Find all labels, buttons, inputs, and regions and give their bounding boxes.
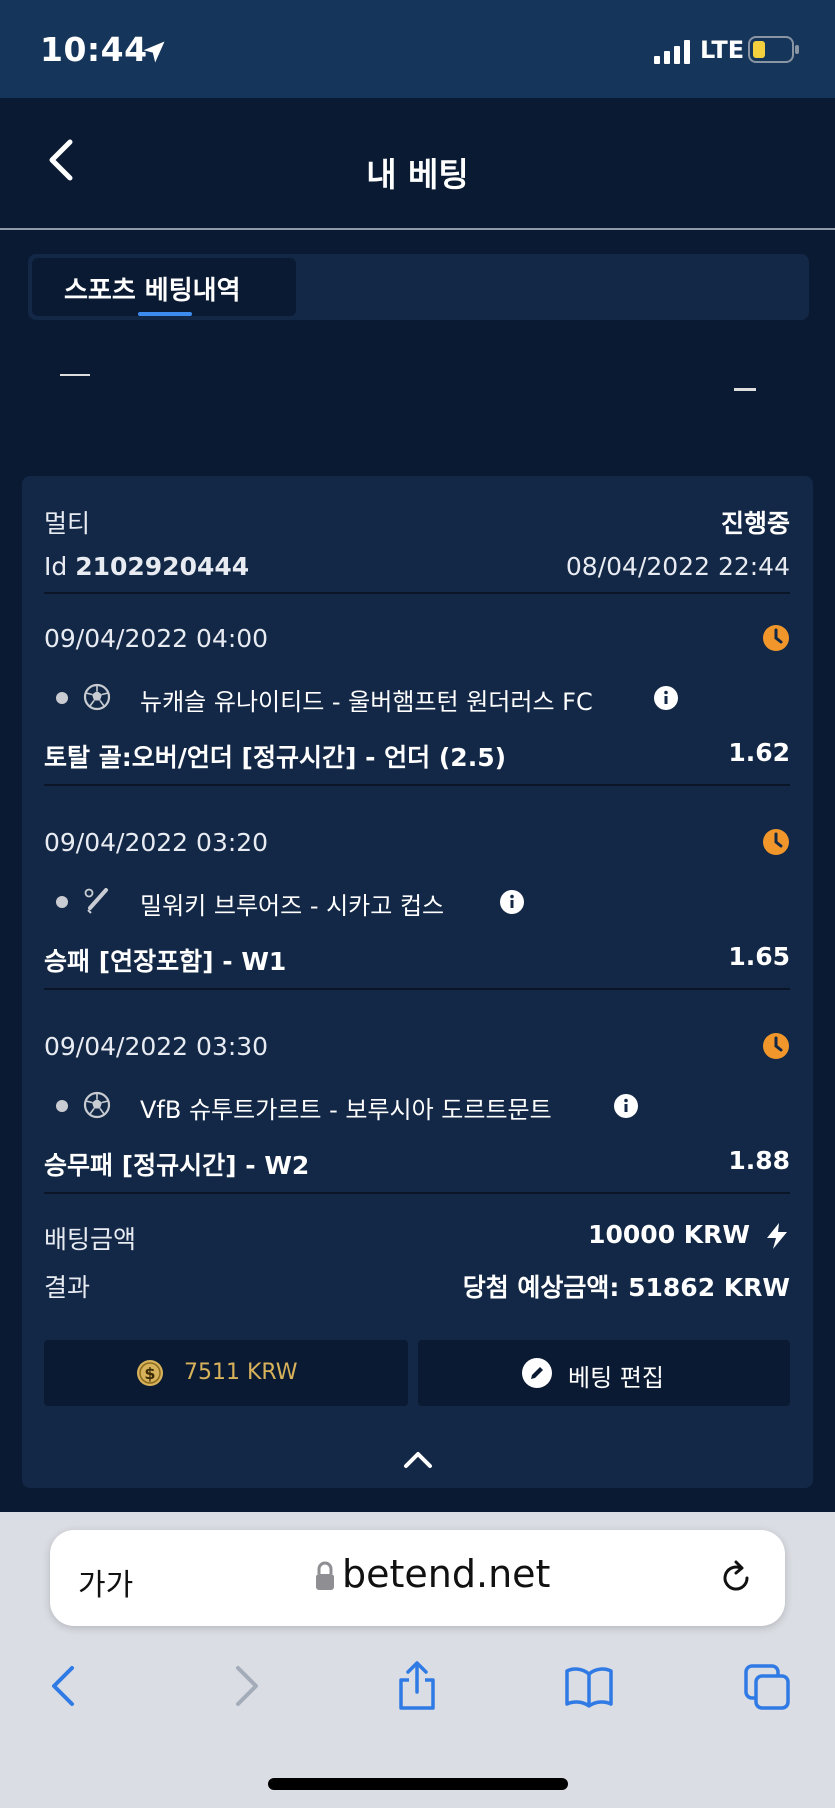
stake-row: 배팅금액 10000 KRW <box>44 1220 790 1254</box>
status-bar: 10:44 LTE <box>0 0 835 98</box>
bet-placed-at: 08/04/2022 22:44 <box>565 552 790 581</box>
tab-sports-bets[interactable]: 스포츠 베팅내역 <box>32 258 296 316</box>
selection-market: 토탈 골:오버/언더 [정규시간] - 언더 (2.5) <box>44 743 507 772</box>
selection-datetime-row: 09/04/2022 03:20 <box>44 828 790 858</box>
selection-market-row: 승무패 [정규시간] - W2 1.88 <box>44 1146 790 1180</box>
selection-datetime: 09/04/2022 04:00 <box>44 624 269 653</box>
tabs-icon[interactable] <box>742 1660 792 1712</box>
tab-active-indicator <box>138 312 192 316</box>
status-dot <box>56 692 68 704</box>
reload-icon[interactable] <box>716 1558 756 1598</box>
divider <box>44 784 790 786</box>
page-header: 내 베팅 <box>0 98 835 230</box>
bet-status: 진행중 <box>720 509 790 538</box>
share-icon[interactable] <box>392 1660 442 1712</box>
divider <box>44 1192 790 1194</box>
chevron-up-icon[interactable] <box>402 1448 434 1470</box>
info-icon[interactable] <box>654 686 678 710</box>
clock-icon <box>763 625 789 651</box>
status-dot <box>56 896 68 908</box>
divider <box>44 988 790 990</box>
selection-odds: 1.65 <box>728 942 790 971</box>
bet-id-label: Id <box>44 552 68 581</box>
selection-match-row: 밀워키 브루어즈 - 시카고 컵스 <box>44 882 790 922</box>
tab-bar: 스포츠 베팅내역 <box>28 254 809 320</box>
edit-bet-button[interactable]: 베팅 편집 <box>418 1340 790 1406</box>
edit-bet-label: 베팅 편집 <box>568 1364 664 1392</box>
dollar-coin-icon: $ <box>137 1360 163 1386</box>
balance-button[interactable]: $ 7511 KRW <box>44 1340 408 1406</box>
browser-back-icon[interactable] <box>40 1660 90 1712</box>
status-dot <box>56 1100 68 1112</box>
bet-id-row: Id 2102920444 08/04/2022 22:44 <box>44 552 790 586</box>
signal-icon <box>654 40 690 64</box>
info-icon[interactable] <box>614 1094 638 1118</box>
soccer-ball-icon <box>83 683 111 711</box>
baseball-icon <box>84 888 108 914</box>
tab-label: 스포츠 베팅내역 <box>64 276 241 306</box>
bet-card: 멀티 진행중 Id 2102920444 08/04/2022 22:44 09… <box>22 476 813 1488</box>
home-indicator <box>268 1778 568 1790</box>
selection-match: 밀워키 브루어즈 - 시카고 컵스 <box>140 892 445 920</box>
bet-header-row: 멀티 진행중 <box>44 504 790 538</box>
selection-market: 승무패 [정규시간] - W2 <box>44 1151 310 1180</box>
stake-value: 10000 KRW <box>588 1220 750 1249</box>
bet-type: 멀티 <box>44 509 91 538</box>
network-label: LTE <box>700 36 745 64</box>
selection-datetime-row: 09/04/2022 04:00 <box>44 624 790 654</box>
pencil-icon <box>522 1358 552 1388</box>
bookmarks-icon[interactable] <box>564 1660 614 1712</box>
selection-market-row: 토탈 골:오버/언더 [정규시간] - 언더 (2.5) 1.62 <box>44 738 790 772</box>
url-text: betend.net <box>342 1552 551 1596</box>
address-bar[interactable]: 가가 betend.net <box>50 1530 785 1626</box>
lock-icon <box>316 1561 334 1590</box>
stake-label: 배팅금액 <box>44 1225 137 1254</box>
clock-icon <box>763 829 789 855</box>
selection-odds: 1.62 <box>728 738 790 767</box>
selection-market: 승패 [연장포함] - W1 <box>44 947 287 976</box>
info-icon[interactable] <box>500 890 524 914</box>
clock-icon <box>763 1033 789 1059</box>
location-arrow-icon <box>143 41 165 63</box>
result-label: 결과 <box>44 1273 91 1302</box>
lightning-icon[interactable] <box>764 1222 790 1250</box>
potential-win: 당첨 예상금액: 51862 KRW <box>462 1273 790 1302</box>
browser-forward-icon[interactable] <box>220 1660 270 1712</box>
browser-toolbar: 가가 betend.net <box>0 1512 835 1808</box>
bet-id-value: 2102920444 <box>75 552 250 581</box>
selection-match-row: 뉴캐슬 유나이티드 - 울버햄프턴 원더러스 FC <box>44 678 790 718</box>
svg-text:$: $ <box>144 1364 155 1383</box>
text-size-button[interactable]: 가가 <box>78 1560 133 1604</box>
result-row: 결과 당첨 예상금액: 51862 KRW <box>44 1268 790 1302</box>
bet-id: Id 2102920444 <box>44 552 249 581</box>
clipped-text-fragment <box>60 374 90 382</box>
balance-value: 7511 KRW <box>184 1360 298 1385</box>
selection-odds: 1.88 <box>728 1146 790 1175</box>
selection-datetime: 09/04/2022 03:30 <box>44 1032 269 1061</box>
selection-match-row: VfB 슈투트가르트 - 보루시아 도르트문트 <box>44 1086 790 1126</box>
selection-datetime-row: 09/04/2022 03:30 <box>44 1032 790 1062</box>
selection-market-row: 승패 [연장포함] - W1 1.65 <box>44 942 790 976</box>
selection-match: VfB 슈투트가르트 - 보루시아 도르트문트 <box>140 1096 552 1124</box>
soccer-ball-icon <box>83 1091 111 1119</box>
battery-icon <box>748 36 799 63</box>
clipped-text-fragment <box>734 388 756 394</box>
selection-match: 뉴캐슬 유나이티드 - 울버햄프턴 원더러스 FC <box>140 688 593 716</box>
status-time: 10:44 <box>40 30 148 69</box>
divider <box>44 592 790 594</box>
selection-datetime: 09/04/2022 03:20 <box>44 828 269 857</box>
page-title: 내 베팅 <box>366 155 469 194</box>
